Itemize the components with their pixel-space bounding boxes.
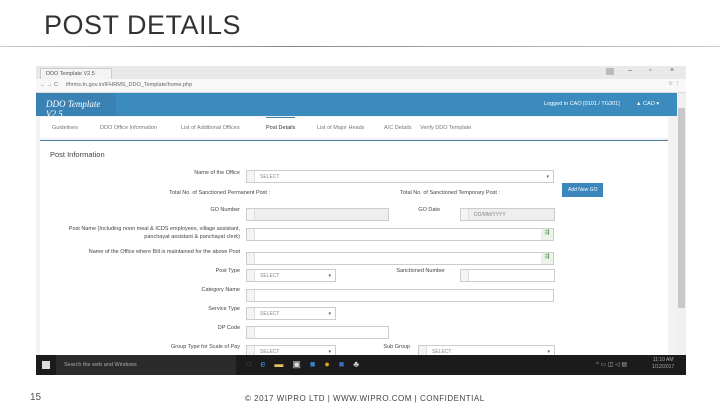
scrollbar-thumb[interactable] bbox=[678, 108, 685, 308]
clock[interactable]: 11:10 AM 1/12/2017 bbox=[652, 357, 674, 371]
app-header: DDO Template V2.5 Logged in CAO [0101 / … bbox=[36, 93, 677, 119]
bill-office-label: Name of the Office where Bill is maintai… bbox=[88, 249, 240, 255]
dp-code-label: DP Code bbox=[217, 325, 240, 331]
post-name-input[interactable]: ⇶ bbox=[246, 228, 554, 241]
go-date-label: GO Date bbox=[418, 207, 440, 213]
taskbar-search[interactable]: Search the web and Windows bbox=[56, 355, 236, 375]
nav-tabs: Guidelines DDO Office Information List o… bbox=[40, 117, 668, 138]
post-type-select[interactable]: SELECT ▾ bbox=[246, 269, 336, 282]
system-tray-icons[interactable]: ^ ▭ ◫ ◁ ▤ bbox=[596, 361, 627, 368]
slide-title: POST DETAILS bbox=[44, 10, 242, 40]
tab-guidelines[interactable]: Guidelines bbox=[52, 125, 78, 131]
sanctioned-number-input[interactable] bbox=[460, 269, 555, 282]
title-divider bbox=[0, 46, 720, 47]
go-number-label: GO Number bbox=[210, 207, 240, 213]
user-menu[interactable]: ▲ CAO ▾ bbox=[636, 101, 659, 107]
login-info: Logged in CAO [0101 / TG301] bbox=[544, 101, 620, 107]
office-select[interactable]: SELECT ▾ bbox=[246, 170, 554, 183]
footer: © 2017 WIPRO LTD | WWW.WIPRO.COM | CONFI… bbox=[245, 394, 485, 403]
lookup-icon: ⇶ bbox=[541, 253, 553, 264]
tab-bar: DDO Template V2.5 – ▫ × bbox=[36, 66, 686, 79]
taskbar-app-icons[interactable]: ◌e▬▣■●■♣ bbox=[246, 359, 368, 370]
post-name-label: Post Name (Including noon meal & ICDS em… bbox=[68, 226, 240, 240]
office-label: Name of the Office bbox=[194, 170, 240, 176]
app-brand: DDO Template V2.5 bbox=[36, 93, 116, 119]
panel-title: Post Information bbox=[50, 150, 105, 159]
nav-arrows-icon[interactable]: ← → C bbox=[40, 82, 58, 88]
browser-screenshot: DDO Template V2.5 – ▫ × ← → C ifhrms.tn.g… bbox=[36, 66, 686, 375]
address-bar[interactable]: ← → C ifhrms.tn.gov.in/IFHRMS_DDO_Templat… bbox=[36, 79, 686, 93]
temporary-post-label: Total No. of Sanctioned Temporary Post : bbox=[400, 190, 500, 196]
dp-code-input[interactable] bbox=[246, 326, 389, 339]
tab-post-details[interactable]: Post Details bbox=[266, 117, 296, 138]
go-date-input[interactable]: DD/MM/YYYY bbox=[460, 208, 555, 221]
tab-major-heads[interactable]: List of Major Heads bbox=[317, 125, 364, 131]
star-icon[interactable]: ☆ ⋮ bbox=[668, 81, 680, 87]
tab-verify[interactable]: Verify DDO Template bbox=[420, 125, 471, 131]
user-name: CAO bbox=[642, 101, 655, 107]
tab-additional-offices[interactable]: List of Additional Offices bbox=[181, 125, 240, 131]
sanctioned-number-label: Sanctioned Number bbox=[396, 268, 445, 274]
tab-ddo-office[interactable]: DDO Office Information bbox=[100, 125, 157, 131]
close-icon[interactable]: × bbox=[670, 67, 674, 74]
add-new-go-button[interactable]: Add New GO bbox=[562, 183, 604, 197]
sub-group-label: Sub Group bbox=[383, 344, 410, 350]
maximize-icon[interactable]: ▫ bbox=[649, 67, 651, 74]
tab-ac-details[interactable]: A/C Details bbox=[384, 125, 412, 131]
browser-tab[interactable]: DDO Template V2.5 bbox=[40, 68, 112, 79]
minimize-icon[interactable]: – bbox=[628, 67, 632, 74]
url-text: ifhrms.tn.gov.in/IFHRMS_DDO_Template/hom… bbox=[66, 82, 193, 88]
page-number: 15 bbox=[30, 392, 42, 403]
category-input[interactable] bbox=[246, 289, 554, 302]
profile-icon[interactable] bbox=[606, 68, 614, 75]
post-info-panel: Post Information Name of the Office SELE… bbox=[40, 140, 668, 375]
post-type-label: Post Type bbox=[215, 268, 240, 274]
permanent-post-label: Total No. of Sanctioned Permanent Post : bbox=[169, 190, 270, 196]
lookup-icon: ⇶ bbox=[541, 229, 553, 240]
windows-start-icon[interactable] bbox=[42, 361, 50, 369]
category-label: Category Name bbox=[201, 287, 240, 293]
group-type-label: Group Type for Scale of Pay bbox=[171, 344, 240, 350]
service-type-label: Service Type bbox=[208, 306, 240, 312]
service-type-select[interactable]: SELECT ▾ bbox=[246, 307, 336, 320]
bill-office-input[interactable]: ⇶ bbox=[246, 252, 554, 265]
windows-taskbar: Search the web and Windows ◌e▬▣■●■♣ ^ ▭ … bbox=[36, 355, 686, 375]
